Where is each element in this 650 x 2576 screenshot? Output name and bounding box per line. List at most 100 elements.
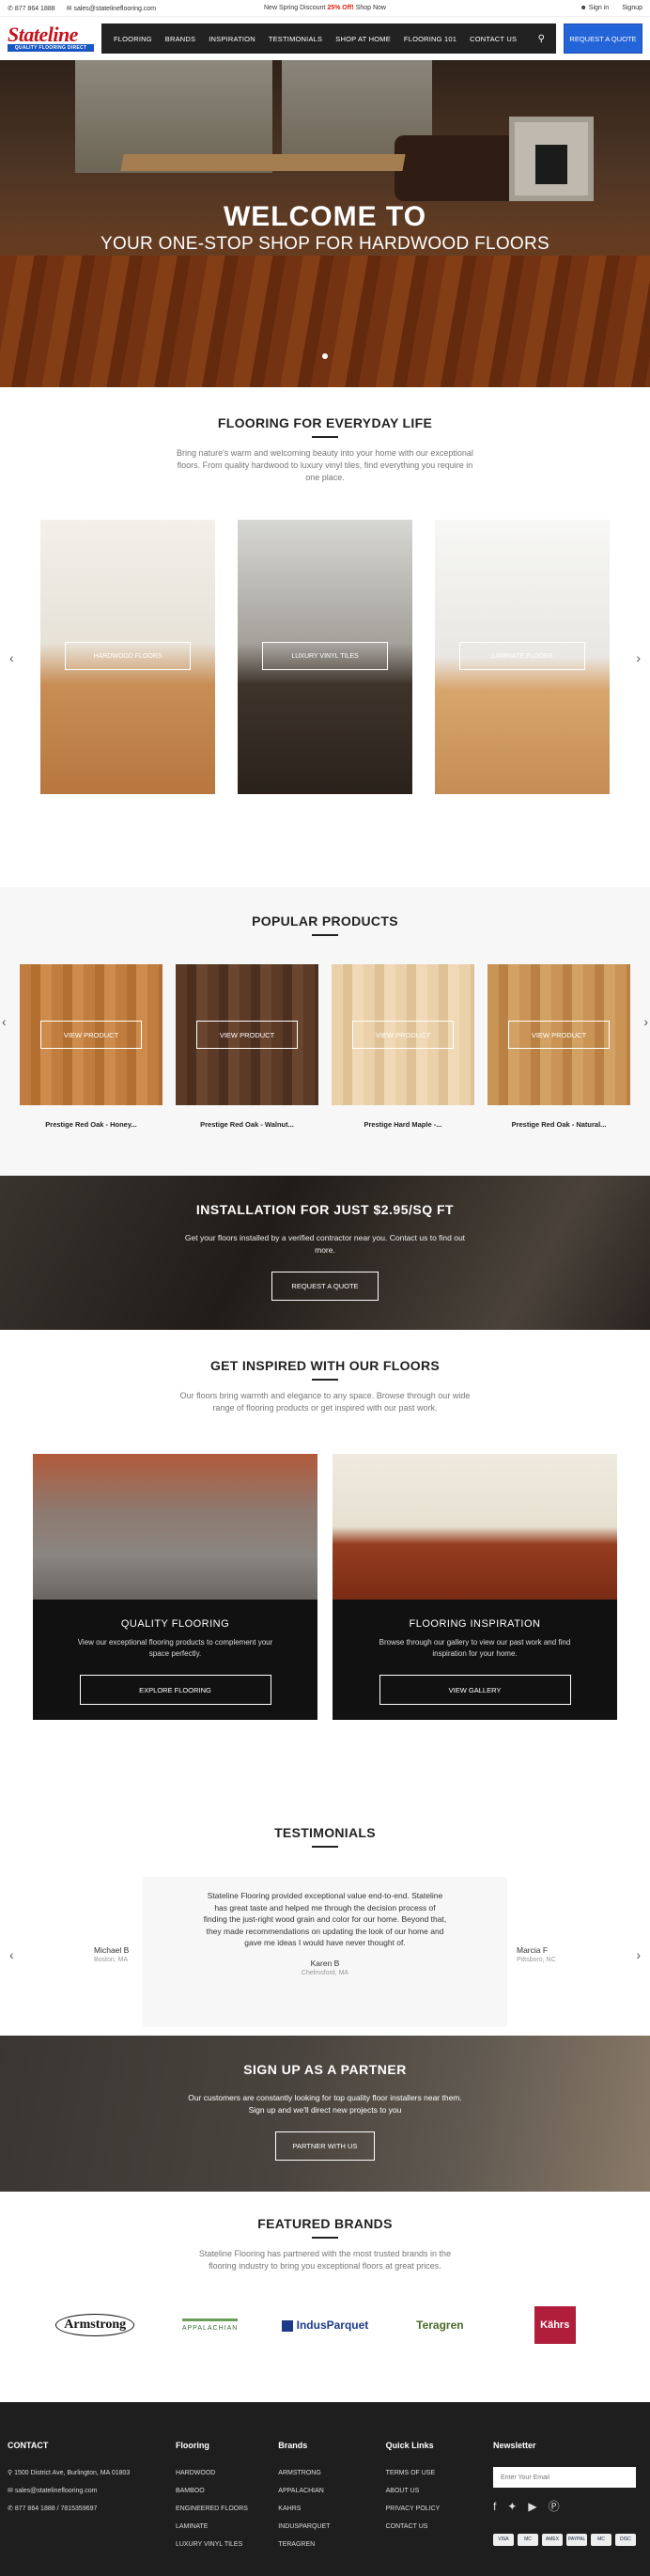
brand-logo-kahrs[interactable]: Kährs: [510, 2306, 600, 2344]
footer-link[interactable]: PRIVACY POLICY: [386, 2503, 493, 2515]
product-image: VIEW PRODUCT: [176, 964, 318, 1105]
footer-heading: CONTACT: [8, 2441, 49, 2450]
view-product-button[interactable]: VIEW PRODUCT: [196, 1021, 298, 1049]
footer-link[interactable]: LAMINATE: [176, 2521, 278, 2533]
prev-arrow-icon[interactable]: ‹: [9, 1947, 14, 1962]
footer-link[interactable]: INDUSPARQUET: [278, 2521, 385, 2533]
brand-logo-appalachian[interactable]: APPALACHIAN: [165, 2306, 255, 2344]
prev-arrow-icon[interactable]: ‹: [9, 650, 14, 665]
product-card[interactable]: VIEW PRODUCT Prestige Hard Maple -...: [332, 964, 474, 1129]
category-label[interactable]: LAMINATE FLOORS: [459, 642, 585, 670]
payment-icon: DISC: [614, 2534, 636, 2546]
footer-contact: CONTACT ⚲ 1500 District Ave, Burlington,…: [8, 2440, 176, 2576]
footer-newsletter: Newsletter f ✦ ▶ Ⓟ VISA MC AMEX PAYPAL M…: [492, 2440, 642, 2576]
footer-heading: Flooring: [175, 2441, 209, 2450]
testimonial-side-left[interactable]: Michael B Boston, MA: [94, 1945, 129, 1963]
nav-contact-us[interactable]: CONTACT US: [463, 35, 523, 43]
footer-link[interactable]: CONTACT US: [386, 2521, 493, 2533]
shop-now-link[interactable]: Shop Now: [356, 5, 386, 11]
newsletter-email-input[interactable]: [492, 2467, 636, 2488]
category-card-hardwood[interactable]: HARDWOOD FLOORS: [40, 520, 215, 794]
card-title: FLOORING INSPIRATION: [409, 1618, 541, 1630]
email-link[interactable]: ✉ sales@statelineflooring.com: [67, 5, 156, 12]
footer-phone[interactable]: ✆ 877 864 1888 / 7815359697: [8, 2503, 176, 2515]
inspiration-card-quality: QUALITY FLOORING View our exceptional fl…: [33, 1454, 317, 1720]
request-quote-button[interactable]: REQUEST A QUOTE: [271, 1272, 379, 1301]
twitter-icon[interactable]: ✦: [507, 2501, 517, 2513]
signin-link[interactable]: ☻ Sign in: [580, 5, 609, 11]
footer-email[interactable]: ✉ sales@statelineflooring.com: [8, 2485, 176, 2497]
product-card[interactable]: VIEW PRODUCT Prestige Red Oak - Walnut..…: [176, 964, 318, 1129]
installation-banner: INSTALLATION FOR JUST $2.95/SQ FT Get yo…: [0, 1176, 650, 1330]
hero-title: WELCOME TO: [223, 201, 427, 232]
brand-name: APPALACHIAN: [181, 2318, 239, 2332]
next-arrow-icon[interactable]: ›: [643, 1014, 648, 1029]
testimonial-side-right[interactable]: Marcia F Pittsboro, NC: [517, 1945, 556, 1963]
product-name[interactable]: Prestige Red Oak - Honey...: [20, 1120, 162, 1129]
card-text: Browse through our gallery to view our p…: [379, 1638, 571, 1658]
view-product-button[interactable]: VIEW PRODUCT: [40, 1021, 142, 1049]
partner-banner: SIGN UP AS A PARTNER Our customers are c…: [0, 2036, 650, 2192]
footer-link[interactable]: ABOUT US: [386, 2485, 493, 2497]
nav-inspiration[interactable]: INSPIRATION: [202, 35, 262, 43]
product-name[interactable]: Prestige Red Oak - Natural...: [488, 1120, 630, 1129]
product-name[interactable]: Prestige Red Oak - Walnut...: [176, 1120, 318, 1129]
footer-link[interactable]: BAMBOO: [176, 2485, 278, 2497]
footer-link[interactable]: LUXURY VINYL TILES: [176, 2538, 278, 2551]
youtube-icon[interactable]: ▶: [528, 2501, 536, 2513]
footer-link[interactable]: TERAGREN: [278, 2538, 385, 2551]
testimonial-name: Karen B: [310, 1958, 340, 1968]
brand-logo-teragren[interactable]: Teragren: [395, 2306, 485, 2344]
footer-link[interactable]: TERMS OF USE: [386, 2467, 493, 2479]
nav-shop-at-home[interactable]: SHOP AT HOME: [329, 35, 397, 43]
site-logo[interactable]: Stateline QUALITY FLOORING DIRECT: [8, 24, 94, 53]
view-gallery-button[interactable]: VIEW GALLERY: [379, 1675, 571, 1705]
signup-link[interactable]: Signup: [622, 5, 642, 11]
footer-link[interactable]: APPALACHIAN: [278, 2485, 385, 2497]
top-bar: ✆ 877 864 1888 ✉ sales@statelineflooring…: [0, 0, 650, 17]
view-product-button[interactable]: VIEW PRODUCT: [352, 1021, 454, 1049]
facebook-icon[interactable]: f: [493, 2501, 496, 2513]
pinterest-icon[interactable]: Ⓟ: [549, 2501, 560, 2513]
view-product-button[interactable]: VIEW PRODUCT: [508, 1021, 610, 1049]
next-arrow-icon[interactable]: ›: [636, 650, 641, 665]
search-icon[interactable]: ⚲: [538, 34, 550, 44]
footer-link[interactable]: ARMSTRONG: [278, 2467, 385, 2479]
category-card-vinyl[interactable]: LUXURY VINYL TILES: [238, 520, 412, 794]
everyday-section: FLOORING FOR EVERYDAY LIFE Bring nature'…: [0, 387, 650, 887]
category-label[interactable]: LUXURY VINYL TILES: [262, 642, 388, 670]
explore-flooring-button[interactable]: EXPLORE FLOORING: [79, 1675, 271, 1705]
footer-link[interactable]: KAHRS: [278, 2503, 385, 2515]
category-card-laminate[interactable]: LAMINATE FLOORS: [435, 520, 610, 794]
footer-flooring: Flooring HARDWOOD BAMBOO ENGINEERED FLOO…: [176, 2440, 278, 2576]
partner-with-us-button[interactable]: PARTNER WITH US: [274, 2131, 376, 2161]
promo-highlight: 25% Off!: [327, 5, 354, 11]
nav-testimonials[interactable]: TESTIMONIALS: [262, 35, 329, 43]
main-nav: FLOORING BRANDS INSPIRATION TESTIMONIALS…: [101, 23, 556, 54]
footer-link[interactable]: ENGINEERED FLOORS: [176, 2503, 278, 2515]
payment-icon: MC: [517, 2534, 538, 2546]
carousel-dot[interactable]: [322, 353, 328, 359]
nav-brands[interactable]: BRANDS: [159, 35, 202, 43]
nav-flooring-101[interactable]: FLOORING 101: [397, 35, 463, 43]
category-label[interactable]: HARDWOOD FLOORS: [65, 642, 191, 670]
section-title: FLOORING FOR EVERYDAY LIFE: [217, 415, 433, 430]
testimonial-card: Stateline Flooring provided exceptional …: [143, 1877, 507, 2027]
prev-arrow-icon[interactable]: ‹: [2, 1014, 7, 1029]
next-arrow-icon[interactable]: ›: [636, 1947, 641, 1962]
brand-logo-armstrong[interactable]: Armstrong: [50, 2306, 140, 2344]
product-card[interactable]: VIEW PRODUCT Prestige Red Oak - Honey...: [20, 964, 162, 1129]
footer-link[interactable]: HARDWOOD: [176, 2467, 278, 2479]
phone-link[interactable]: ✆ 877 864 1888: [8, 5, 55, 12]
nav-flooring[interactable]: FLOORING: [107, 35, 159, 43]
section-text: Our floors bring warmth and elegance to …: [179, 1391, 471, 1413]
section-title: TESTIMONIALS: [274, 1825, 376, 1840]
payment-icon: VISA: [492, 2534, 514, 2546]
brand-name: IndusParquet: [296, 2318, 369, 2332]
product-name[interactable]: Prestige Hard Maple -...: [332, 1120, 474, 1129]
testimonials-section: TESTIMONIALS ‹ › Michael B Boston, MA St…: [0, 1814, 650, 2036]
request-quote-button[interactable]: REQUEST A QUOTE: [564, 23, 642, 54]
living-room-image: [33, 1454, 317, 1600]
brand-logo-indusparquet[interactable]: IndusParquet: [280, 2306, 370, 2344]
product-card[interactable]: VIEW PRODUCT Prestige Red Oak - Natural.…: [488, 964, 630, 1129]
